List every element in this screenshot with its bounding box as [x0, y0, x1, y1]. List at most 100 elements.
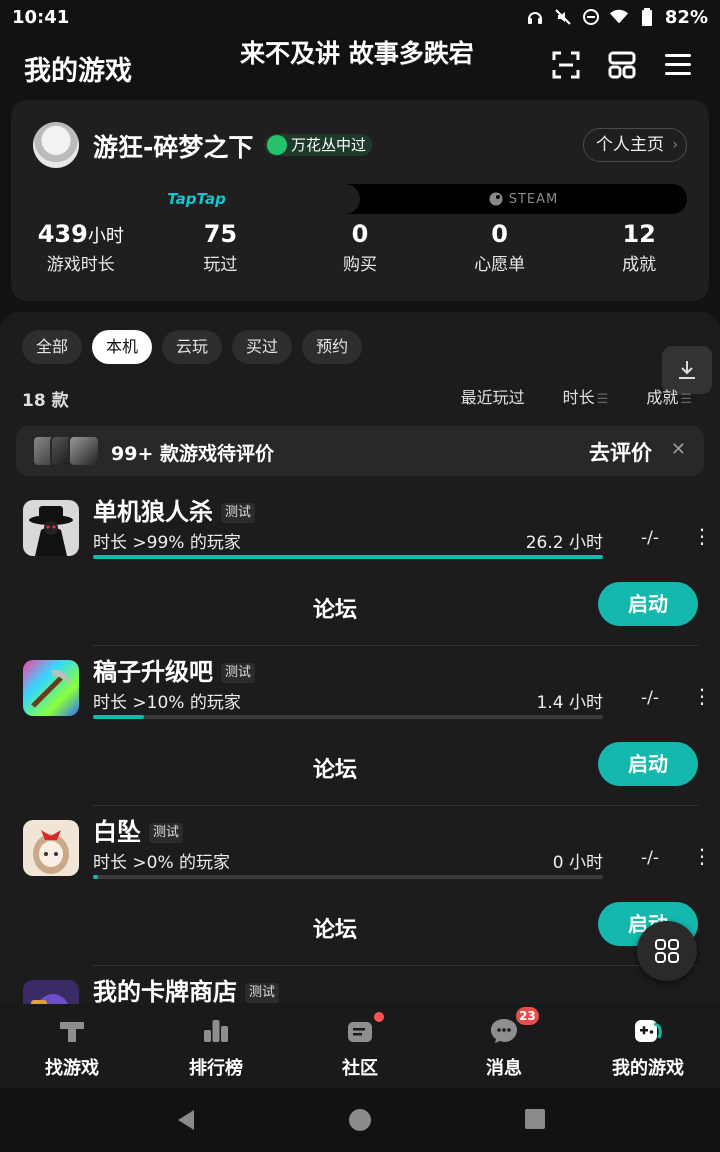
ranking-icon [204, 1020, 228, 1042]
stat-purchased[interactable]: 0 购买 [290, 220, 430, 280]
profile-stats: 439小时 游戏时长 75 玩过 0 购买 0 心愿单 12 成就 [11, 220, 709, 280]
community-icon [348, 1022, 372, 1042]
sort-recent-label: 最近玩过 [460, 388, 525, 407]
test-tag: 测试 [221, 663, 256, 683]
game-icon-werewolf[interactable] [23, 500, 79, 556]
sort-recent[interactable]: 最近玩过 [461, 384, 525, 408]
game-title[interactable]: 单机狼人杀 测试 [93, 492, 256, 527]
dnd-icon [581, 7, 601, 27]
forum-button[interactable]: 论坛 [313, 912, 357, 944]
status-bar: 10:41 82% [0, 0, 720, 34]
review-banner[interactable]: 99+ 款游戏待评价 去评价 ✕ [16, 426, 704, 476]
sort-options: 最近玩过 时长 ☰ 成就 ☰ [461, 384, 692, 408]
playtime-percentile: 时长 >99% 的玩家 [93, 533, 241, 553]
test-tag: 测试 [221, 503, 256, 523]
stat-wishlist[interactable]: 0 心愿单 [430, 220, 570, 280]
game-icon-card-shop[interactable] [23, 980, 79, 1004]
steam-label: STEAM [508, 191, 559, 207]
game-title-text: 我的卡牌商店 [93, 978, 237, 1004]
home-icon[interactable] [348, 1108, 372, 1132]
game-row: 我的卡牌商店 测试 [0, 966, 720, 1004]
stat-value: 0 [351, 220, 369, 248]
scan-icon [552, 51, 580, 79]
game-row: 单机狼人杀 测试 时长 >99% 的玩家 26.2 小时 -/- ⋮ 论坛 启动 [0, 486, 720, 646]
message-count-badge: 23 [516, 1007, 539, 1025]
stat-value: 75 [203, 220, 238, 248]
more-options-icon[interactable]: ⋮ [692, 684, 712, 708]
message-icon [491, 1019, 517, 1043]
review-now-link[interactable]: 去评价 [589, 437, 652, 467]
test-tag: 测试 [245, 983, 280, 1003]
stat-label: 心愿单 [474, 255, 526, 275]
battery-icon [637, 7, 657, 27]
tab-taptap[interactable]: TapTap [33, 184, 360, 214]
clock: 10:41 [12, 6, 70, 28]
grid-icon [655, 939, 679, 963]
playtime-progress-bar [93, 715, 603, 719]
game-count: 18 款 [22, 391, 69, 411]
stat-achievements[interactable]: 12 成就 [569, 220, 709, 280]
overlay-banner-text: 来不及讲 故事多跌宕 [240, 39, 474, 68]
sort-playtime-label: 时长 [562, 388, 595, 407]
filter-chip-local[interactable]: 本机 [92, 330, 153, 364]
nav-label: 消息 [486, 1058, 522, 1079]
steam-icon [489, 192, 503, 206]
filter-chip-reserved[interactable]: 预约 [302, 330, 363, 364]
launch-button[interactable]: 启动 [598, 582, 698, 626]
stat-playtime[interactable]: 439小时 游戏时长 [11, 220, 151, 280]
title-badge[interactable]: 万花丛中过 [265, 134, 373, 156]
close-icon[interactable]: ✕ [671, 439, 686, 460]
stat-value: 439 [37, 220, 88, 248]
achievement-count: -/- [641, 848, 659, 868]
progress-fill [93, 555, 603, 559]
recents-icon[interactable] [524, 1108, 546, 1130]
launch-button[interactable]: 启动 [598, 742, 698, 786]
game-title-text: 单机狼人杀 [93, 498, 213, 526]
more-options-icon[interactable]: ⋮ [692, 524, 712, 548]
bottom-nav: 找游戏 排行榜 社区 23 消息 我的游戏 [0, 1004, 720, 1088]
profile-card: 游狂-碎梦之下 万花丛中过 个人主页 › TapTap STEAM 439小时 … [11, 100, 709, 301]
menu-button[interactable] [661, 48, 695, 82]
layout-button[interactable] [605, 48, 639, 82]
game-title[interactable]: 白坠 测试 [93, 812, 184, 847]
game-title[interactable]: 我的卡牌商店 测试 [93, 972, 280, 1004]
forum-button[interactable]: 论坛 [313, 592, 357, 624]
page-title: 我的游戏 [24, 56, 132, 87]
profile-home-button[interactable]: 个人主页 › [583, 128, 687, 162]
tab-steam[interactable]: STEAM [360, 184, 687, 214]
sort-achievement[interactable]: 成就 ☰ [646, 384, 692, 408]
battery-percent: 82% [664, 6, 708, 28]
hammer-icon [60, 1022, 84, 1042]
home-button-label: 个人主页 [596, 135, 664, 155]
nav-my-games[interactable]: 我的游戏 [576, 1004, 720, 1088]
filter-chips: 全部 本机 云玩 买过 预约 [22, 330, 363, 364]
platform-switch: TapTap STEAM [33, 184, 687, 214]
floating-apps-button[interactable] [637, 921, 697, 981]
sort-icon: ☰ [680, 392, 692, 407]
more-options-icon[interactable]: ⋮ [692, 844, 712, 868]
sort-playtime[interactable]: 时长 ☰ [563, 384, 609, 408]
nav-rankings[interactable]: 排行榜 [144, 1004, 288, 1088]
stat-played[interactable]: 75 玩过 [151, 220, 291, 280]
back-icon[interactable] [174, 1108, 198, 1132]
avatar[interactable] [33, 122, 79, 168]
stat-unit: 小时 [87, 226, 124, 247]
nav-find-games[interactable]: 找游戏 [0, 1004, 144, 1088]
achievement-count: -/- [641, 688, 659, 708]
game-list-panel: 全部 本机 云玩 买过 预约 18 款 最近玩过 时长 ☰ 成就 ☰ 99+ 款游戏… [0, 312, 720, 1004]
filter-chip-bought[interactable]: 买过 [232, 330, 293, 364]
game-icon-baizhui[interactable] [23, 820, 79, 876]
nav-community[interactable]: 社区 [288, 1004, 432, 1088]
forum-button[interactable]: 论坛 [313, 752, 357, 784]
gamepad-icon [635, 1020, 662, 1042]
playtime-hours: 1.4 小时 [536, 693, 603, 713]
username: 游狂-碎梦之下 [93, 133, 254, 162]
game-title[interactable]: 稿子升级吧 测试 [93, 652, 256, 687]
filter-chip-all[interactable]: 全部 [22, 330, 83, 364]
filter-chip-cloud[interactable]: 云玩 [162, 330, 223, 364]
progress-fill [93, 875, 99, 879]
scan-button[interactable] [549, 48, 583, 82]
wifi-icon [609, 7, 629, 27]
nav-messages[interactable]: 23 消息 [432, 1004, 576, 1088]
game-icon-pickaxe[interactable] [23, 660, 79, 716]
